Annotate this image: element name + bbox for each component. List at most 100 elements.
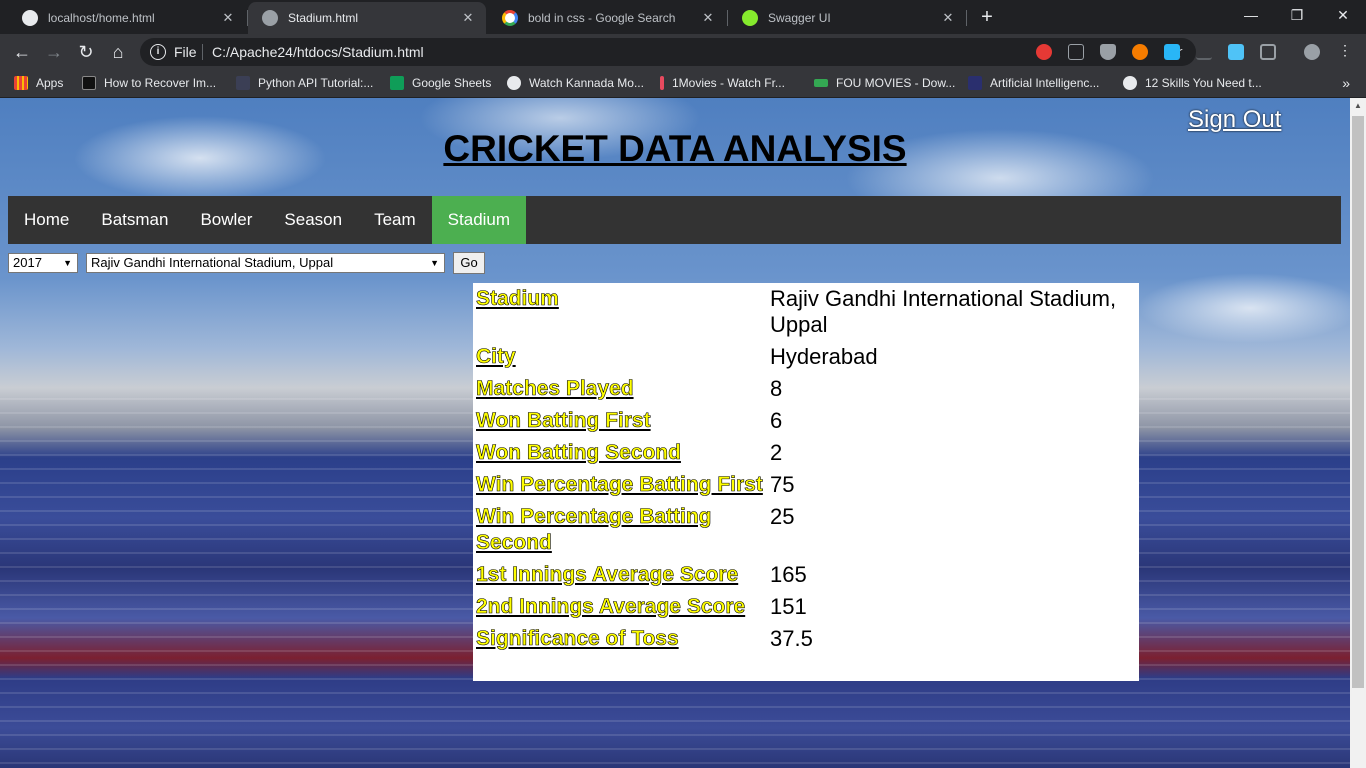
- code-extension-icon[interactable]: [1260, 44, 1276, 60]
- page-scrollbar[interactable]: ▲: [1350, 98, 1366, 768]
- scrollbar-thumb[interactable]: [1352, 116, 1364, 688]
- year-select[interactable]: 2017 ▼: [8, 253, 78, 273]
- nav-team[interactable]: Team: [358, 196, 432, 244]
- bookmark-label: Google Sheets: [412, 76, 492, 90]
- bookmark-label: How to Recover Im...: [104, 76, 217, 90]
- url-text[interactable]: C:/Apache24/htdocs/Stadium.html: [212, 44, 424, 60]
- stadium-select[interactable]: Rajiv Gandhi International Stadium, Uppa…: [86, 253, 445, 273]
- go-button[interactable]: Go: [453, 252, 485, 274]
- stats-row-won-batting-second: Won Batting Second 2: [473, 437, 1139, 469]
- stadium-stats-table: Stadium Rajiv Gandhi International Stadi…: [473, 283, 1139, 681]
- bookmark-python-api[interactable]: Python API Tutorial:...: [236, 76, 373, 90]
- tab-swagger[interactable]: Swagger UI ✕: [728, 2, 966, 34]
- stat-label: Win Percentage Batting Second: [476, 505, 712, 555]
- bookmark-fou-movies[interactable]: FOU MOVIES - Dow...: [814, 76, 955, 90]
- tab-stadium[interactable]: Stadium.html ✕: [248, 2, 486, 34]
- python-icon: [236, 76, 250, 90]
- pdf-extension-icon[interactable]: [1068, 44, 1084, 60]
- stats-row-win-pct-batting-first: Win Percentage Batting First 75: [473, 469, 1139, 501]
- bookmark-label: 12 Skills You Need t...: [1145, 76, 1262, 90]
- ai-icon: [968, 76, 982, 90]
- fox-extension-icon[interactable]: [1132, 44, 1148, 60]
- bookmark-apps[interactable]: Apps: [14, 76, 63, 90]
- nav-batsman[interactable]: Batsman: [85, 196, 184, 244]
- bookmark-12-skills[interactable]: 12 Skills You Need t...: [1123, 76, 1262, 90]
- browser-toolbar: ← → ↻ ⌂ i File C:/Apache24/htdocs/Stadiu…: [0, 34, 1366, 70]
- bookmark-google-sheets[interactable]: Google Sheets: [390, 76, 491, 90]
- stat-value: 37.5: [770, 626, 813, 651]
- bookmark-label: 1Movies - Watch Fr...: [672, 76, 785, 90]
- close-icon[interactable]: ✕: [460, 10, 476, 26]
- profile-avatar[interactable]: [1304, 44, 1320, 60]
- tab-divider: [966, 10, 967, 26]
- close-icon[interactable]: ✕: [940, 10, 956, 26]
- stat-label: Win Percentage Batting First: [476, 473, 763, 497]
- info-icon[interactable]: i: [150, 44, 166, 60]
- menu-dots-icon[interactable]: ⋮: [1338, 42, 1352, 58]
- shield-extension-icon[interactable]: [1100, 44, 1116, 60]
- close-icon[interactable]: ✕: [220, 10, 236, 26]
- bookmark-ai[interactable]: Artificial Intelligenc...: [968, 76, 1099, 90]
- nav-bowler[interactable]: Bowler: [184, 196, 268, 244]
- stats-row-won-batting-first: Won Batting First 6: [473, 405, 1139, 437]
- download-extension-icon[interactable]: [1196, 44, 1212, 60]
- nav-season[interactable]: Season: [268, 196, 358, 244]
- bookmark-label: FOU MOVIES - Dow...: [836, 76, 956, 90]
- stat-value: 165: [770, 562, 807, 587]
- stats-row-stadium: Stadium Rajiv Gandhi International Stadi…: [473, 283, 1139, 341]
- stats-row-matches-played: Matches Played 8: [473, 373, 1139, 405]
- tab-title: Swagger UI: [768, 11, 831, 25]
- back-button[interactable]: ←: [10, 40, 34, 64]
- home-button[interactable]: ⌂: [106, 40, 130, 64]
- forward-button[interactable]: →: [42, 40, 66, 64]
- url-scheme: File: [174, 44, 197, 60]
- tab-home[interactable]: localhost/home.html ✕: [8, 2, 246, 34]
- tab-google-search[interactable]: bold in css - Google Search ✕: [488, 2, 726, 34]
- close-icon[interactable]: ✕: [700, 10, 716, 26]
- stats-row-2nd-innings-avg: 2nd Innings Average Score 151: [473, 591, 1139, 623]
- minimize-button[interactable]: —: [1228, 0, 1274, 30]
- year-select-value: 2017: [13, 255, 42, 270]
- stat-label: Matches Played: [476, 377, 634, 401]
- stat-label: Stadium: [476, 287, 559, 311]
- stat-label: Won Batting Second: [476, 441, 682, 465]
- bookmark-1movies[interactable]: 1Movies - Watch Fr...: [660, 76, 785, 90]
- chevron-down-icon: ▼: [63, 258, 72, 268]
- stat-value: 151: [770, 594, 807, 619]
- nav-stadium[interactable]: Stadium: [431, 196, 527, 244]
- page-title: CRICKET DATA ANALYSIS: [443, 128, 907, 169]
- 1movies-icon: [660, 76, 664, 90]
- bookmark-label: Watch Kannada Mo...: [529, 76, 644, 90]
- snowflake-extension-icon[interactable]: [1164, 44, 1180, 60]
- tab-title: Stadium.html: [288, 11, 359, 25]
- stats-row-city: City Hyderabad: [473, 341, 1139, 373]
- stats-row-win-pct-batting-second: Win Percentage Batting Second 25: [473, 501, 1139, 559]
- share-extension-icon[interactable]: [1228, 44, 1244, 60]
- tab-title: bold in css - Google Search: [528, 11, 676, 25]
- chevron-down-icon: ▼: [430, 258, 439, 268]
- stadium-select-value: Rajiv Gandhi International Stadium, Uppa…: [91, 255, 334, 270]
- globe-icon: [507, 76, 521, 90]
- bookmarks-more-button[interactable]: »: [1342, 75, 1350, 91]
- stat-label: Won Batting First: [476, 409, 651, 433]
- bookmark-label: Apps: [36, 76, 64, 90]
- bookmark-label: Artificial Intelligenc...: [990, 76, 1100, 90]
- bookmark-label: Python API Tutorial:...: [258, 76, 374, 90]
- adblock-extension-icon[interactable]: [1036, 44, 1052, 60]
- stat-label: City: [476, 345, 516, 369]
- stat-value: 2: [770, 440, 783, 465]
- new-tab-button[interactable]: +: [976, 5, 998, 29]
- scroll-up-arrow-icon[interactable]: ▲: [1350, 98, 1366, 114]
- bookmark-htg[interactable]: How to Recover Im...: [82, 76, 216, 90]
- sheets-icon: [390, 76, 404, 90]
- stats-row-1st-innings-avg: 1st Innings Average Score 165: [473, 559, 1139, 591]
- restore-button[interactable]: ❐: [1274, 0, 1320, 30]
- bookmark-watch-kannada[interactable]: Watch Kannada Mo...: [507, 76, 644, 90]
- close-window-button[interactable]: ✕: [1320, 0, 1366, 30]
- htg-icon: [82, 76, 96, 90]
- reload-button[interactable]: ↻: [74, 40, 98, 64]
- stat-value: 6: [770, 408, 783, 433]
- stat-value: 8: [770, 376, 783, 401]
- nav-home[interactable]: Home: [8, 196, 85, 244]
- google-icon: [502, 10, 518, 26]
